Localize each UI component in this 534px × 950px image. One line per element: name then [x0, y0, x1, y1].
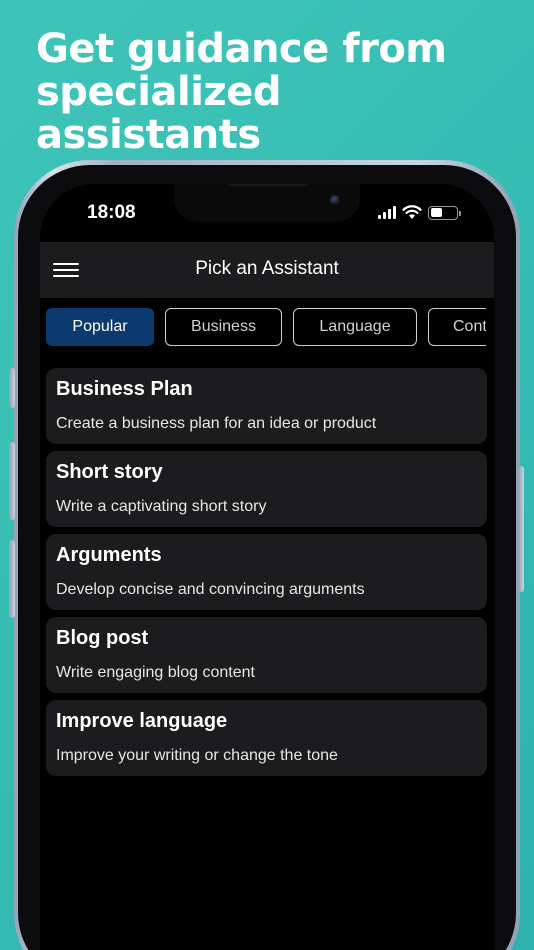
tab-popular[interactable]: Popular [46, 308, 154, 346]
status-time: 18:08 [87, 202, 136, 223]
assistant-description: Write engaging blog content [56, 664, 255, 681]
assistant-card-blog-post[interactable]: Blog post Write engaging blog content [46, 617, 487, 693]
assistant-title: Short story [56, 461, 163, 483]
category-tabs: Popular Business Language Cont [46, 308, 486, 348]
assistant-list: Business Plan Create a business plan for… [46, 368, 487, 783]
assistant-card-short-story[interactable]: Short story Write a captivating short st… [46, 451, 487, 527]
phone-notch [174, 184, 360, 222]
navigation-bar: Pick an Assistant [40, 242, 494, 298]
assistant-title: Improve language [56, 710, 228, 732]
assistant-card-business-plan[interactable]: Business Plan Create a business plan for… [46, 368, 487, 444]
phone-screen: 18:08 Pick an Assistant Popular Business… [40, 184, 494, 950]
tab-content-label: Cont [453, 318, 486, 335]
phone-silent-switch [9, 368, 15, 408]
speaker-grille [228, 184, 308, 186]
tab-content[interactable]: Cont [428, 308, 486, 346]
assistant-description: Develop concise and convincing arguments [56, 581, 365, 598]
phone-volume-down-button [9, 540, 15, 618]
headline-line-1: Get guidance from [36, 26, 447, 72]
marketing-headline: Get guidance from specialized assistants [36, 28, 516, 157]
tab-language[interactable]: Language [293, 308, 417, 346]
phone-power-button [518, 466, 524, 592]
battery-icon [428, 205, 461, 220]
headline-line-2: specialized assistants [36, 69, 281, 158]
assistant-description: Create a business plan for an idea or pr… [56, 415, 377, 432]
wifi-icon [402, 205, 422, 219]
page-title: Pick an Assistant [195, 258, 339, 279]
assistant-card-improve-language[interactable]: Improve language Improve your writing or… [46, 700, 487, 776]
status-icons [378, 205, 461, 220]
assistant-title: Arguments [56, 544, 162, 566]
assistant-title: Blog post [56, 627, 149, 649]
phone-volume-up-button [9, 442, 15, 520]
camera-icon [330, 195, 340, 205]
assistant-description: Write a captivating short story [56, 498, 267, 515]
cellular-signal-icon [378, 206, 396, 219]
tab-business[interactable]: Business [165, 308, 282, 346]
assistant-description: Improve your writing or change the tone [56, 747, 338, 764]
assistant-card-arguments[interactable]: Arguments Develop concise and convincing… [46, 534, 487, 610]
assistant-title: Business Plan [56, 378, 193, 400]
